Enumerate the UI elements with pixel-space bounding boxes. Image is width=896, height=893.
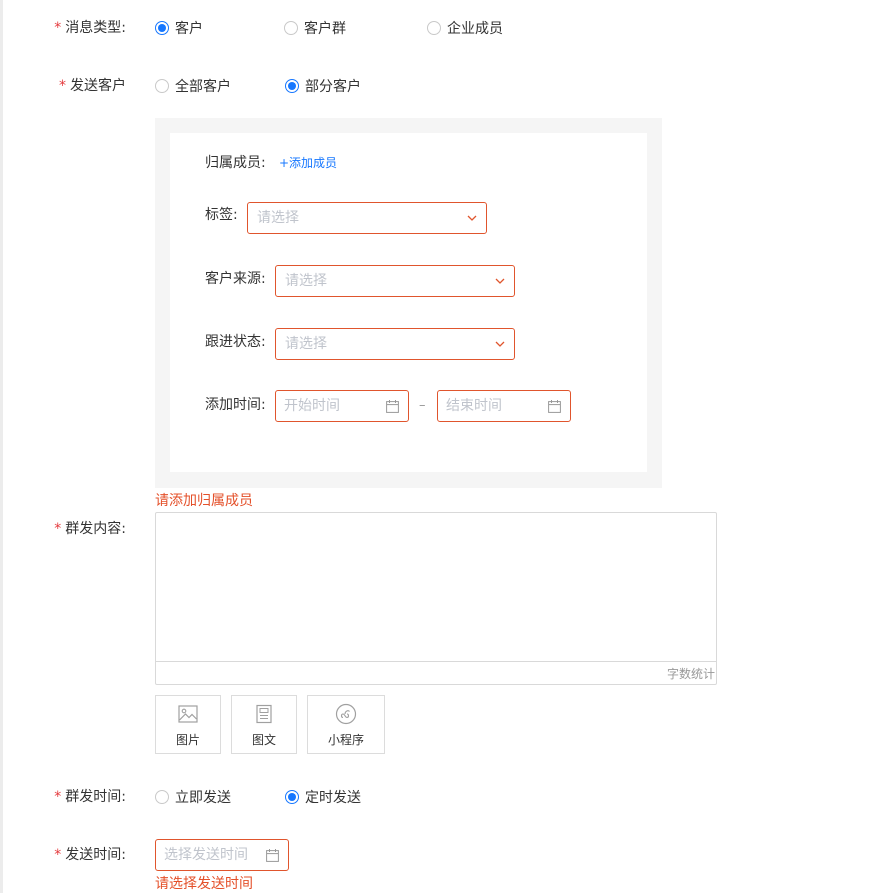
radio-dot <box>284 21 298 35</box>
status-label: 跟进状态: <box>205 334 266 350</box>
send-time-error-message: 请选择发送时间 <box>155 876 253 892</box>
end-date-picker[interactable]: 结束时间 <box>437 390 571 422</box>
message-type-row: * 消息类型: 客户 客户群 企业成员 <box>0 16 880 40</box>
end-date-placeholder: 结束时间 <box>446 398 502 414</box>
tags-select[interactable]: 请选择 <box>247 202 487 234</box>
radio-dot-checked <box>155 21 169 35</box>
article-icon <box>256 704 272 724</box>
radio-dot-checked <box>285 79 299 93</box>
attach-mini-program-button[interactable]: 小程序 <box>307 695 385 754</box>
tags-placeholder: 请选择 <box>257 210 299 226</box>
attach-article-label: 图文 <box>251 733 276 747</box>
attach-image-button[interactable]: 图片 <box>155 695 221 754</box>
radio-send-now[interactable]: 立即发送 <box>155 785 231 809</box>
calendar-icon <box>266 849 279 862</box>
radio-customer-group[interactable]: 客户群 <box>284 16 346 40</box>
customer-filter-inner: 归属成员: +添加成员 标签: 请选择 客户来源: 请选择 跟进状态: 请选择 … <box>170 133 647 472</box>
send-time-row: * 发送时间: <box>0 843 880 867</box>
mini-program-icon <box>335 703 357 725</box>
send-customers-label: * 发送客户 <box>59 78 126 94</box>
radio-scheduled-send[interactable]: 定时发送 <box>285 785 361 809</box>
member-error-message: 请添加归属成员 <box>155 493 253 509</box>
add-time-label: 添加时间: <box>205 397 266 413</box>
status-placeholder: 请选择 <box>285 336 327 352</box>
radio-enterprise-member[interactable]: 企业成员 <box>427 16 503 40</box>
required-mark: * <box>54 847 62 863</box>
send-time-placeholder: 选择发送时间 <box>164 847 248 863</box>
content-textarea[interactable] <box>156 513 716 663</box>
attach-article-button[interactable]: 图文 <box>231 695 297 754</box>
tags-label: 标签: <box>205 207 238 223</box>
add-member-link[interactable]: +添加成员 <box>279 153 337 173</box>
required-mark: * <box>54 789 62 805</box>
left-border <box>0 0 3 893</box>
calendar-icon <box>386 400 399 413</box>
member-label: 归属成员: <box>205 155 266 171</box>
radio-label: 定时发送 <box>305 790 361 806</box>
content-label: * 群发内容: <box>54 521 126 537</box>
message-type-label: * 消息类型: <box>54 20 126 36</box>
image-icon <box>178 705 198 723</box>
radio-label: 客户 <box>175 21 203 37</box>
send-mode-row: * 群发时间: 立即发送 定时发送 <box>0 785 880 809</box>
radio-all-customers[interactable]: 全部客户 <box>155 74 231 98</box>
radio-dot-checked <box>285 790 299 804</box>
radio-dot <box>427 21 441 35</box>
send-time-label: * 发送时间: <box>54 847 126 863</box>
chevron-down-icon <box>495 278 505 284</box>
radio-label: 立即发送 <box>175 790 231 806</box>
calendar-icon <box>548 400 561 413</box>
textarea-footer: 字数统计 <box>156 661 716 684</box>
radio-label: 部分客户 <box>305 79 361 95</box>
source-select[interactable]: 请选择 <box>275 265 515 297</box>
start-date-picker[interactable]: 开始时间 <box>275 390 409 422</box>
required-mark: * <box>59 78 66 94</box>
radio-label: 客户群 <box>304 21 346 37</box>
status-select[interactable]: 请选择 <box>275 328 515 360</box>
source-placeholder: 请选择 <box>285 273 327 289</box>
chevron-down-icon <box>467 215 477 221</box>
chevron-down-icon <box>495 341 505 347</box>
radio-dot <box>155 79 169 93</box>
range-separator: – <box>419 398 426 413</box>
radio-dot <box>155 790 169 804</box>
radio-label: 全部客户 <box>175 79 231 95</box>
attach-image-label: 图片 <box>175 733 200 747</box>
radio-label: 企业成员 <box>447 21 503 37</box>
customer-filter-panel: 归属成员: +添加成员 标签: 请选择 客户来源: 请选择 跟进状态: 请选择 … <box>155 118 662 488</box>
send-time-picker[interactable]: 选择发送时间 <box>155 839 289 871</box>
radio-customer[interactable]: 客户 <box>155 16 203 40</box>
content-textarea-wrapper: 字数统计 <box>155 512 717 685</box>
word-counter: 字数统计 <box>666 667 715 681</box>
attach-mini-program-label: 小程序 <box>327 733 364 747</box>
required-mark: * <box>54 20 62 36</box>
start-date-placeholder: 开始时间 <box>284 398 340 414</box>
required-mark: * <box>54 521 62 537</box>
send-mode-label: * 群发时间: <box>54 789 126 805</box>
send-customers-row: * 发送客户 全部客户 部分客户 <box>0 74 880 98</box>
radio-partial-customers[interactable]: 部分客户 <box>285 74 361 98</box>
group-message-form: * 消息类型: 客户 客户群 企业成员 * 发送客户 全部客户 部分客户 归属成… <box>0 0 896 893</box>
source-label: 客户来源: <box>205 271 266 287</box>
